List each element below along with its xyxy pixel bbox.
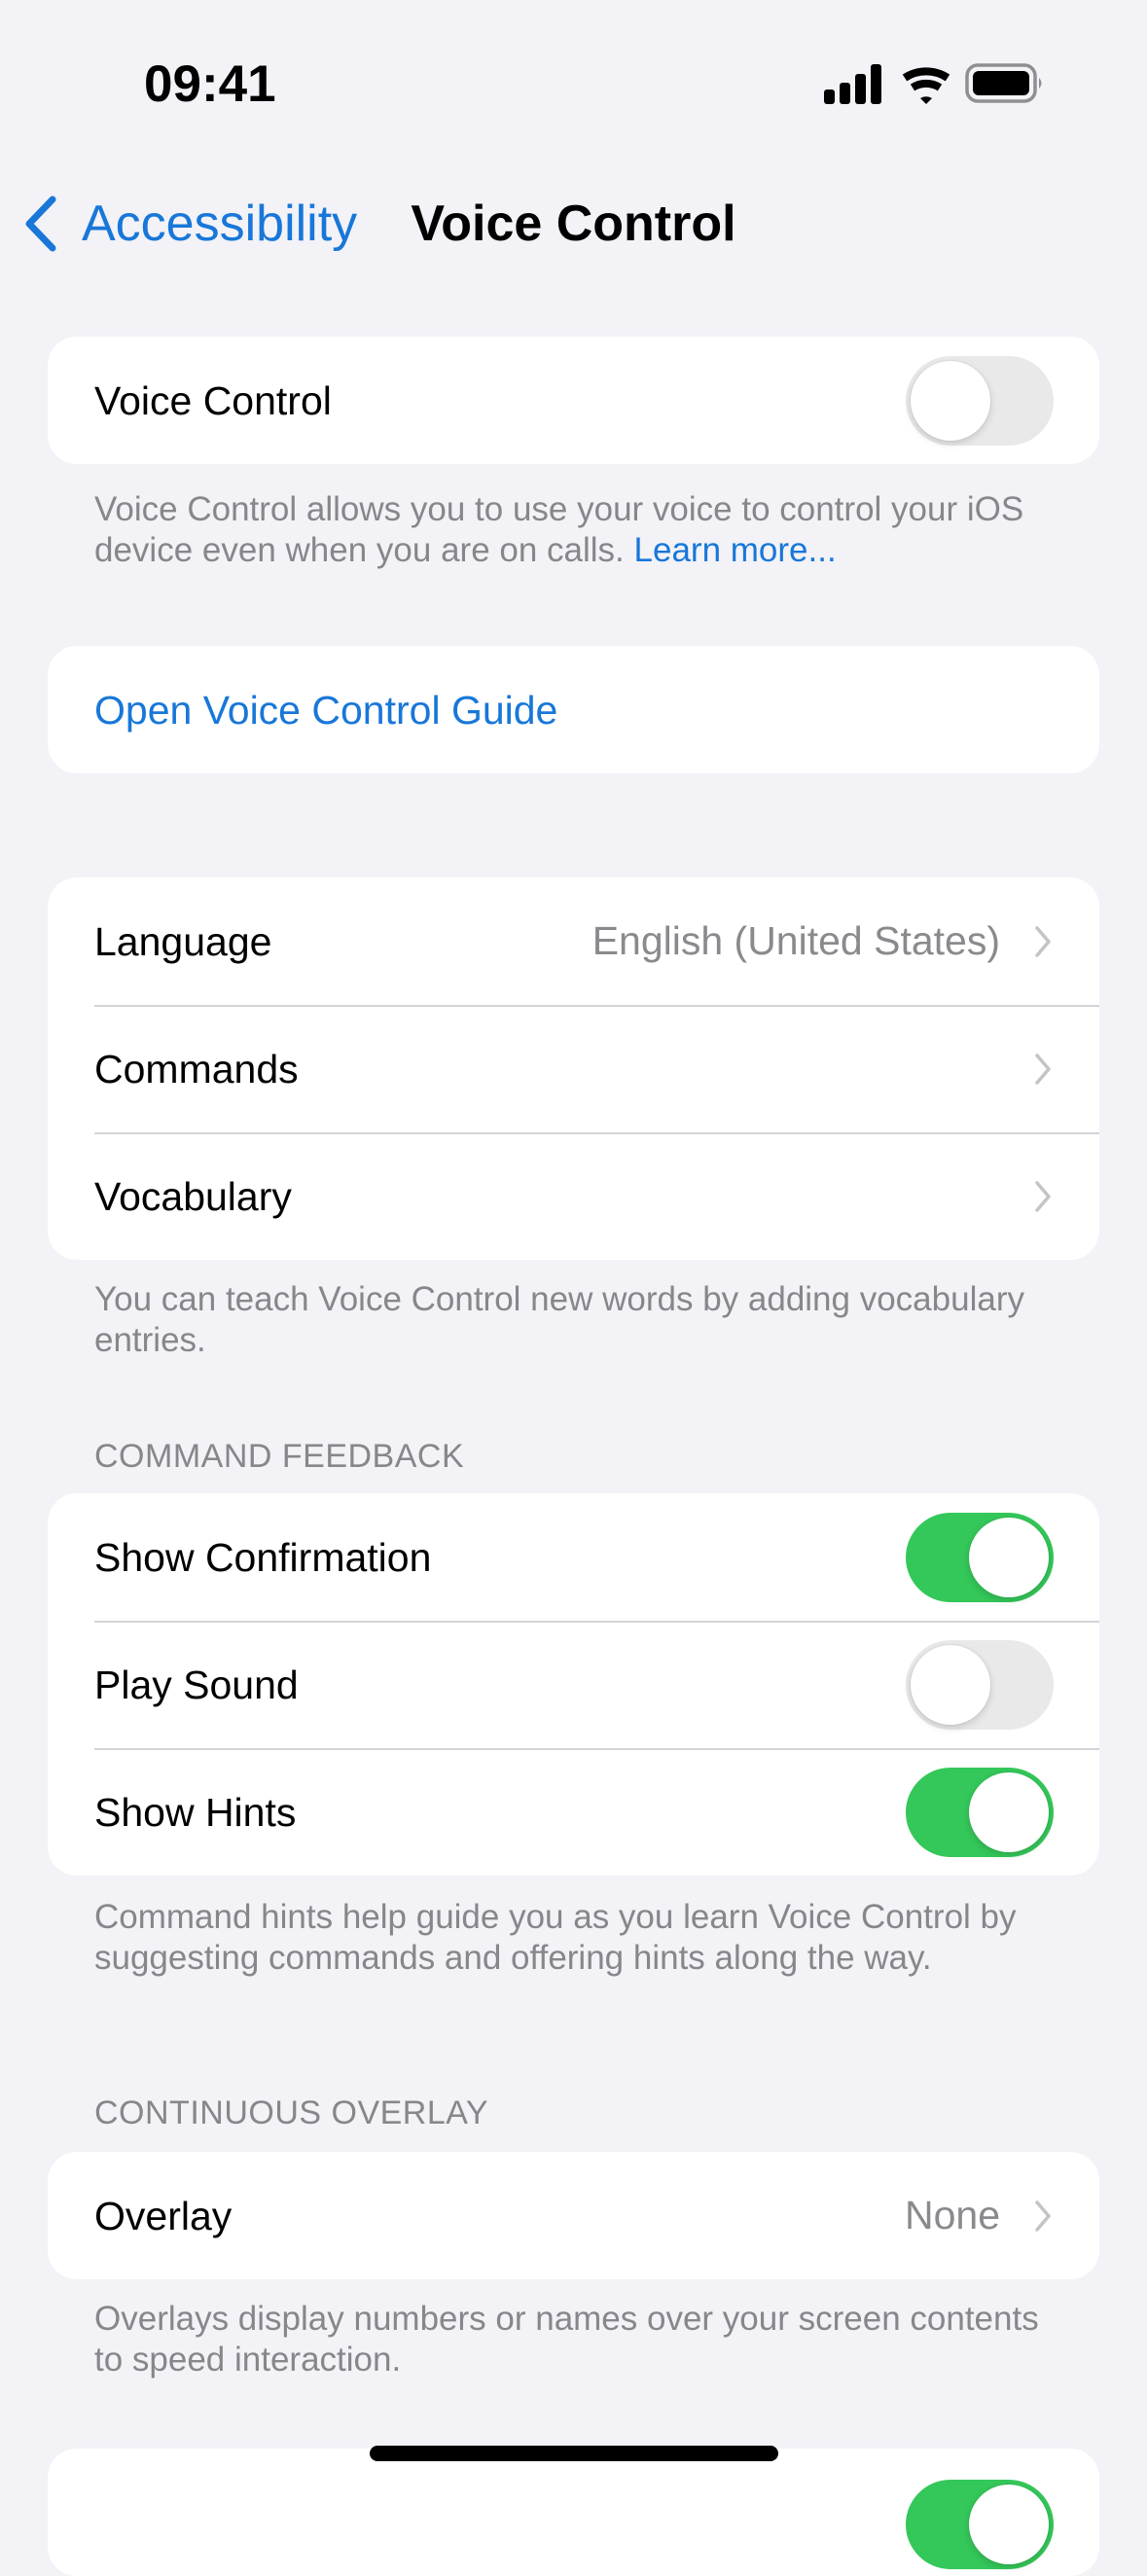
play-sound-toggle[interactable]: [906, 1639, 1054, 1730]
vocabulary-label: Vocabulary: [94, 1173, 292, 1219]
chevron-right-icon: [1035, 925, 1051, 957]
voice-control-footer-text: Voice Control allows you to use your voi…: [94, 490, 1024, 569]
show-confirmation-label: Show Confirmation: [94, 1534, 432, 1580]
overlay-row[interactable]: Overlay None: [48, 2152, 1099, 2279]
next-section-card: [48, 2449, 1099, 2576]
language-label: Language: [94, 918, 272, 964]
status-time: 09:41: [144, 55, 276, 113]
chevron-right-icon: [1035, 1180, 1051, 1212]
voice-control-footer: Voice Control allows you to use your voi…: [94, 489, 1067, 571]
show-hints-row: Show Hints: [48, 1748, 1099, 1876]
show-confirmation-toggle[interactable]: [906, 1512, 1054, 1602]
voice-control-card: Voice Control: [48, 337, 1099, 464]
toggle-knob: [911, 1644, 990, 1725]
continuous-overlay-header: CONTINUOUS OVERLAY: [94, 2094, 489, 2131]
show-hints-label: Show Hints: [94, 1789, 297, 1835]
toggle-knob: [911, 360, 990, 441]
continuous-overlay-card: Overlay None: [48, 2152, 1099, 2279]
voice-control-label: Voice Control: [94, 377, 332, 423]
play-sound-label: Play Sound: [94, 1662, 299, 1707]
chevron-right-icon: [1035, 1053, 1051, 1085]
commands-label: Commands: [94, 1046, 299, 1091]
overlay-value: None: [904, 2193, 1000, 2237]
status-icons: [819, 62, 1053, 107]
open-guide-link[interactable]: Open Voice Control Guide: [94, 686, 1053, 734]
voice-control-row: Voice Control: [48, 337, 1099, 464]
cellular-signal-icon: [824, 64, 881, 104]
toggle-knob: [969, 1517, 1049, 1597]
open-guide-row[interactable]: Open Voice Control Guide: [48, 646, 1099, 773]
show-hints-toggle[interactable]: [906, 1767, 1054, 1857]
battery-icon: [965, 63, 1042, 103]
toggle-knob: [969, 2484, 1049, 2564]
chevron-right-icon: [1035, 2200, 1051, 2232]
command-feedback-card: Show Confirmation Play Sound Show Hints: [48, 1493, 1099, 1876]
language-row[interactable]: Language English (United States): [48, 877, 1099, 1005]
command-feedback-header: COMMAND FEEDBACK: [94, 1438, 465, 1475]
voice-control-toggle[interactable]: [906, 355, 1054, 446]
home-indicator[interactable]: [370, 2446, 778, 2461]
vocabulary-row[interactable]: Vocabulary: [48, 1132, 1099, 1260]
toggle-knob: [969, 1771, 1049, 1852]
page-title: Voice Control: [0, 185, 1147, 263]
vocabulary-footer: You can teach Voice Control new words by…: [94, 1280, 1024, 1359]
page-title-text: Voice Control: [411, 196, 736, 252]
show-confirmation-row: Show Confirmation: [48, 1493, 1099, 1621]
commands-row[interactable]: Commands: [48, 1005, 1099, 1132]
learn-more-link[interactable]: Learn more...: [634, 531, 837, 569]
overlay-label: Overlay: [94, 2193, 233, 2238]
next-section-toggle[interactable]: [906, 2479, 1054, 2569]
guide-card: Open Voice Control Guide: [48, 646, 1099, 773]
next-section-row: [48, 2449, 1099, 2576]
overlay-footer: Overlays display numbers or names over y…: [94, 2300, 1039, 2379]
command-feedback-footer: Command hints help guide you as you lear…: [94, 1898, 1017, 1977]
wifi-icon: [902, 67, 950, 104]
play-sound-row: Play Sound: [48, 1621, 1099, 1748]
language-value: English (United States): [591, 918, 1000, 963]
settings-card: Language English (United States) Command…: [48, 877, 1099, 1260]
